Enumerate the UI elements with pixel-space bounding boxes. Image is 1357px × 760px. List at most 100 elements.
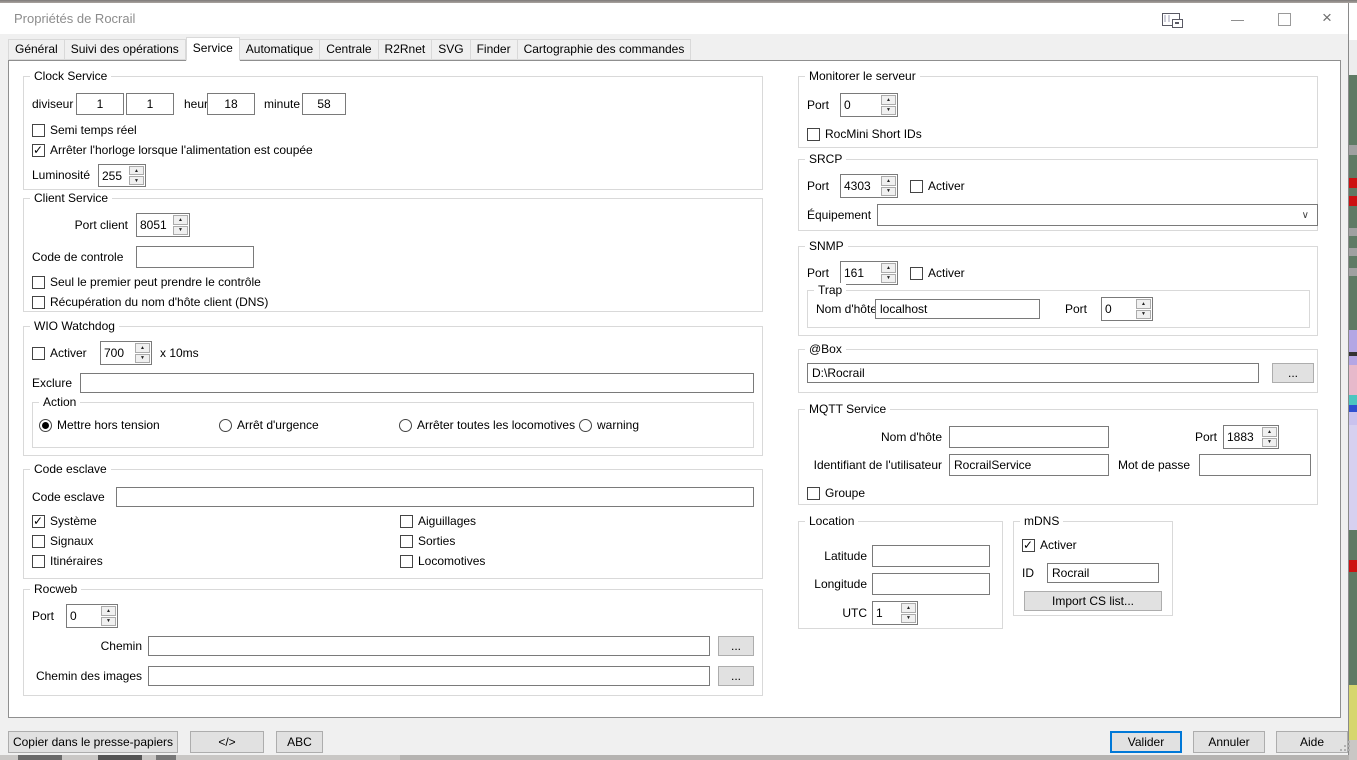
trap-port-spinner[interactable]: 0 ▲▼	[1101, 297, 1153, 321]
ok-button[interactable]: Valider	[1110, 731, 1182, 753]
spin-up-icon[interactable]: ▲	[881, 95, 896, 105]
stop-clock-checkbox[interactable]: Arrêter l'horloge lorsque l'alimentation…	[32, 143, 313, 159]
watchdog-enable-checkbox[interactable]: Activer	[32, 346, 87, 362]
outputs-checkbox[interactable]: Sorties	[400, 534, 455, 550]
images-path-browse-button[interactable]: ...	[718, 666, 754, 686]
dns-checkbox[interactable]: Récupération du nom d'hôte client (DNS)	[32, 295, 268, 311]
hour-field[interactable]: 18	[207, 93, 255, 115]
srcp-enable-checkbox[interactable]: Activer	[910, 179, 965, 195]
import-cs-list-button[interactable]: Import CS list...	[1024, 591, 1162, 611]
mdns-enable-checkbox[interactable]: Activer	[1022, 538, 1077, 554]
semi-realtime-checkbox[interactable]: Semi temps réel	[32, 123, 137, 139]
spin-up-icon[interactable]: ▲	[1136, 299, 1151, 309]
spin-down-icon[interactable]: ▼	[173, 226, 188, 236]
rocmini-short-ids-checkbox[interactable]: RocMini Short IDs	[807, 127, 922, 143]
utc-spinner[interactable]: 1 ▲▼	[872, 601, 918, 625]
action-radio-power-off[interactable]: Mettre hors tension	[39, 418, 160, 434]
routes-checkbox[interactable]: Itinéraires	[32, 554, 103, 570]
watchdog-interval-spinner[interactable]: 700 ▲▼	[100, 341, 152, 365]
clock-service-group: Clock Service diviseur 1 1 heure 18 minu…	[23, 76, 763, 190]
spin-down-icon[interactable]: ▼	[901, 614, 916, 624]
spin-up-icon[interactable]: ▲	[101, 606, 116, 616]
tab-r2rnet[interactable]: R2Rnet	[379, 39, 433, 60]
cancel-button[interactable]: Annuler	[1193, 731, 1265, 753]
spin-down-icon[interactable]: ▼	[881, 274, 896, 284]
tab-cartographie[interactable]: Cartographie des commandes	[518, 39, 692, 60]
tab-bar: Général Suivi des opérations Service Aut…	[8, 38, 691, 60]
spin-up-icon[interactable]: ▲	[881, 263, 896, 273]
atbox-browse-button[interactable]: ...	[1272, 363, 1314, 383]
help-button[interactable]: Aide	[1276, 731, 1348, 753]
minute-field[interactable]: 58	[302, 93, 346, 115]
close-icon[interactable]: ×	[1322, 6, 1332, 30]
switches-checkbox[interactable]: Aiguillages	[400, 514, 476, 530]
rocweb-port-spinner[interactable]: 0 ▲▼	[66, 604, 118, 628]
slave-code-field[interactable]	[116, 487, 754, 507]
checkbox-icon	[32, 535, 45, 548]
resize-grip[interactable]	[1340, 749, 1342, 751]
trap-hostname-field[interactable]: localhost	[875, 299, 1040, 319]
action-radio-emergency-stop[interactable]: Arrêt d'urgence	[219, 418, 319, 434]
mqtt-user-field[interactable]: RocrailService	[949, 454, 1109, 476]
spin-down-icon[interactable]: ▼	[135, 354, 150, 364]
mqtt-group-checkbox[interactable]: Groupe	[807, 486, 865, 502]
exclude-field[interactable]	[80, 373, 754, 393]
spin-down-icon[interactable]: ▼	[881, 106, 896, 116]
group-title: Clock Service	[30, 69, 111, 83]
tab-general[interactable]: Général	[8, 39, 65, 60]
mqtt-password-field[interactable]	[1199, 454, 1311, 476]
mqtt-port-spinner[interactable]: 1883 ▲▼	[1223, 425, 1279, 449]
code-button[interactable]: </>	[190, 731, 264, 753]
latitude-field[interactable]	[872, 545, 990, 567]
client-port-spinner[interactable]: 8051 ▲▼	[136, 213, 190, 237]
spin-up-icon[interactable]: ▲	[901, 603, 916, 613]
checkbox-label: Locomotives	[418, 554, 485, 569]
monitor-port-spinner[interactable]: 0 ▲▼	[840, 93, 898, 117]
path-browse-button[interactable]: ...	[718, 636, 754, 656]
first-control-checkbox[interactable]: Seul le premier peut prendre le contrôle	[32, 275, 261, 291]
srcp-port-spinner[interactable]: 4303 ▲▼	[840, 174, 898, 198]
action-radio-stop-all-locos[interactable]: Arrêter toutes les locomotives	[399, 418, 575, 434]
tab-automatique[interactable]: Automatique	[240, 39, 320, 60]
divider1-field[interactable]: 1	[76, 93, 124, 115]
spin-up-icon[interactable]: ▲	[135, 343, 150, 353]
tab-centrale[interactable]: Centrale	[320, 39, 378, 60]
spin-up-icon[interactable]: ▲	[173, 215, 188, 225]
spin-down-icon[interactable]: ▼	[881, 187, 896, 197]
spin-up-icon[interactable]: ▲	[129, 166, 144, 175]
srcp-device-combobox[interactable]: ∨	[877, 204, 1318, 226]
chevron-down-icon[interactable]: ∨	[1302, 210, 1313, 221]
copy-clipboard-button[interactable]: Copier dans le presse-papiers	[8, 731, 178, 753]
tab-service[interactable]: Service	[186, 37, 240, 61]
spin-down-icon[interactable]: ▼	[101, 617, 116, 627]
spin-up-icon[interactable]: ▲	[1262, 427, 1277, 437]
action-radio-warning[interactable]: warning	[579, 418, 639, 434]
window-layout-icon[interactable]	[1162, 13, 1180, 26]
spin-down-icon[interactable]: ▼	[1136, 310, 1151, 320]
tab-finder[interactable]: Finder	[471, 39, 518, 60]
locomotives-checkbox[interactable]: Locomotives	[400, 554, 485, 570]
control-code-field[interactable]	[136, 246, 254, 268]
signals-checkbox[interactable]: Signaux	[32, 534, 93, 550]
system-checkbox[interactable]: Système	[32, 514, 97, 530]
checkbox-label: Récupération du nom d'hôte client (DNS)	[50, 295, 268, 310]
abc-button[interactable]: ABC	[276, 731, 323, 753]
spin-down-icon[interactable]: ▼	[129, 176, 144, 185]
checkbox-icon	[32, 124, 45, 137]
divider2-field[interactable]: 1	[126, 93, 174, 115]
tab-svg[interactable]: SVG	[432, 39, 470, 60]
mdns-id-field[interactable]: Rocrail	[1047, 563, 1159, 583]
spin-up-icon[interactable]: ▲	[881, 176, 896, 186]
maximize-icon[interactable]	[1278, 13, 1291, 26]
brightness-spinner[interactable]: 255 ▲▼	[98, 164, 146, 187]
path-field[interactable]	[148, 636, 710, 656]
longitude-field[interactable]	[872, 573, 990, 595]
snmp-enable-checkbox[interactable]: Activer	[910, 266, 965, 282]
mqtt-hostname-field[interactable]	[949, 426, 1109, 448]
minimize-icon[interactable]	[1231, 20, 1244, 21]
snmp-port-spinner[interactable]: 161 ▲▼	[840, 261, 898, 285]
tab-suivi-des-operations[interactable]: Suivi des opérations	[65, 39, 186, 60]
images-path-field[interactable]	[148, 666, 710, 686]
spin-down-icon[interactable]: ▼	[1262, 438, 1277, 448]
atbox-path-field[interactable]: D:\Rocrail	[807, 363, 1259, 383]
